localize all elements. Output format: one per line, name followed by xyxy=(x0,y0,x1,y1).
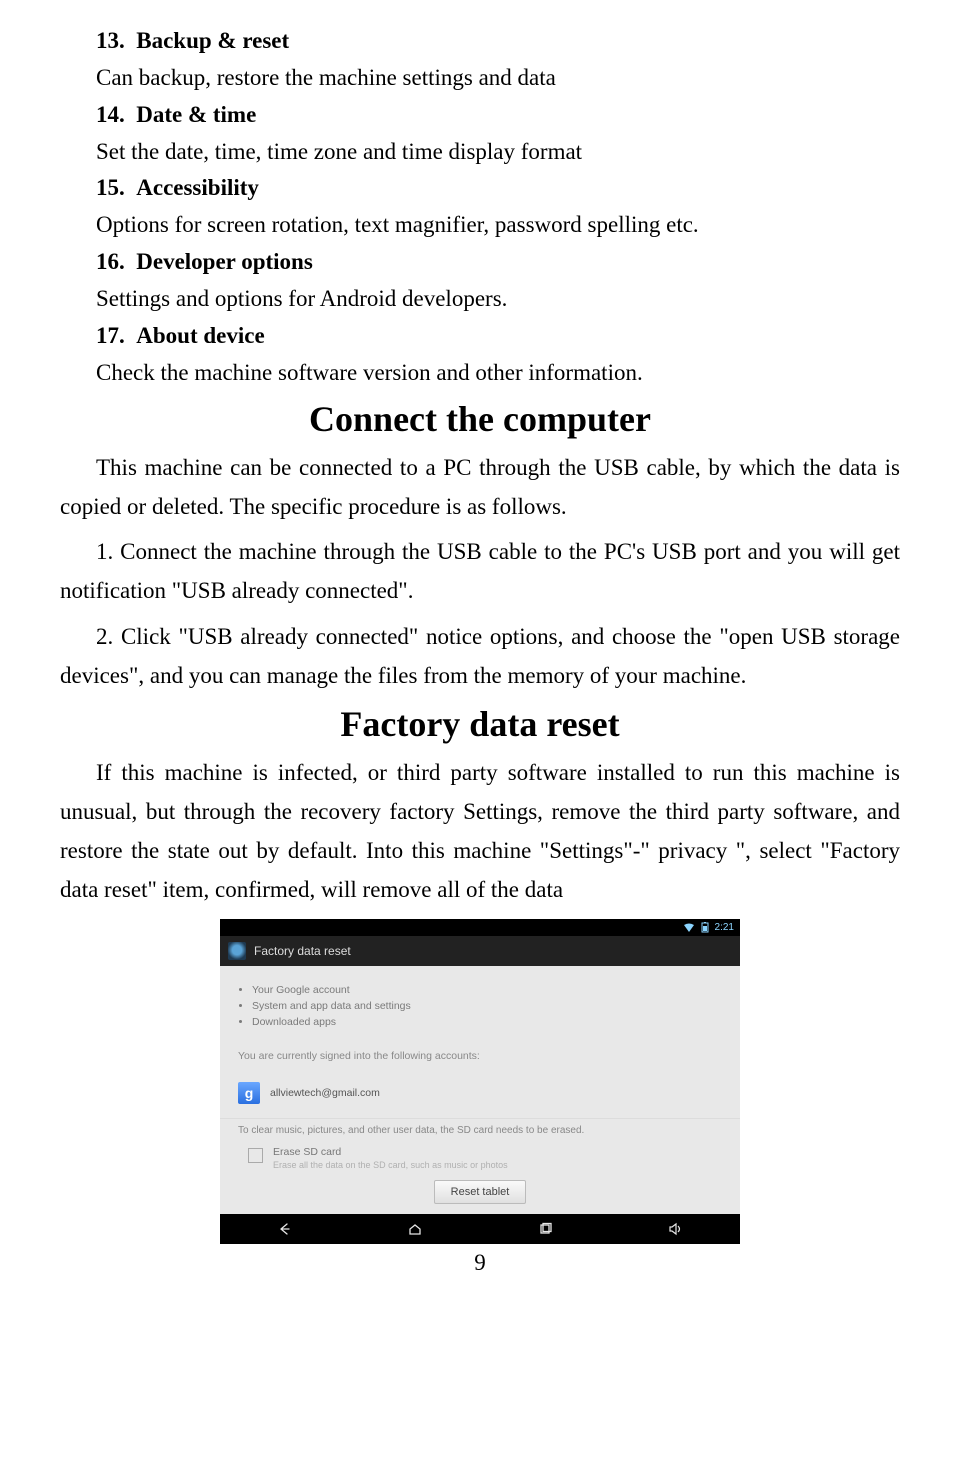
connect-step-1: 1. Connect the machine through the USB c… xyxy=(60,532,900,610)
erase-note: To clear music, pictures, and other user… xyxy=(220,1118,740,1140)
factory-body: If this machine is infected, or third pa… xyxy=(60,753,900,909)
page-number: 9 xyxy=(60,1250,900,1276)
nav-volume-icon[interactable] xyxy=(667,1222,683,1236)
erase-sd-checkbox[interactable] xyxy=(248,1148,263,1163)
erase-sd-label: Erase SD card xyxy=(273,1146,508,1158)
screenshot-titlebar: Factory data reset xyxy=(220,936,740,966)
section-17-title: 17. About device xyxy=(60,323,900,349)
nav-recents-icon[interactable] xyxy=(537,1222,553,1236)
nav-home-icon[interactable] xyxy=(407,1222,423,1236)
connect-heading: Connect the computer xyxy=(60,398,900,440)
section-16-body: Settings and options for Android develop… xyxy=(60,281,900,317)
section-17-body: Check the machine software version and o… xyxy=(60,355,900,391)
account-row[interactable]: g allviewtech@gmail.com xyxy=(220,1074,740,1118)
nav-back-icon[interactable] xyxy=(277,1222,293,1236)
reset-bullets: Your Google account System and app data … xyxy=(220,966,740,1038)
erase-sd-sublabel: Erase all the data on the SD card, such … xyxy=(273,1160,508,1170)
section-14-body: Set the date, time, time zone and time d… xyxy=(60,134,900,170)
nav-bar xyxy=(220,1214,740,1244)
google-icon: g xyxy=(238,1082,260,1104)
account-email: allviewtech@gmail.com xyxy=(270,1087,380,1099)
factory-heading: Factory data reset xyxy=(60,703,900,745)
status-time: 2:21 xyxy=(715,922,734,933)
section-15-title: 15. Accessibility xyxy=(60,175,900,201)
section-15-body: Options for screen rotation, text magnif… xyxy=(60,207,900,243)
device-screenshot: 2:21 Factory data reset Your Google acco… xyxy=(220,919,740,1244)
status-bar: 2:21 xyxy=(220,919,740,936)
reset-tablet-button[interactable]: Reset tablet xyxy=(434,1180,527,1204)
bullet-item: Downloaded apps xyxy=(252,1016,722,1028)
battery-icon xyxy=(701,922,709,933)
connect-intro: This machine can be connected to a PC th… xyxy=(60,448,900,526)
section-16-title: 16. Developer options xyxy=(60,249,900,275)
wifi-icon xyxy=(683,923,695,933)
erase-sd-row[interactable]: Erase SD card Erase all the data on the … xyxy=(220,1140,740,1172)
section-13-body: Can backup, restore the machine settings… xyxy=(60,60,900,96)
signed-in-text: You are currently signed into the follow… xyxy=(220,1038,740,1074)
screenshot-title: Factory data reset xyxy=(254,944,351,958)
connect-step-2: 2. Click "USB already connected" notice … xyxy=(60,617,900,695)
bullet-item: System and app data and settings xyxy=(252,1000,722,1012)
app-icon xyxy=(228,942,246,960)
bullet-item: Your Google account xyxy=(252,984,722,996)
section-13-title: 13. Backup & reset xyxy=(60,28,900,54)
section-14-title: 14. Date & time xyxy=(60,102,900,128)
